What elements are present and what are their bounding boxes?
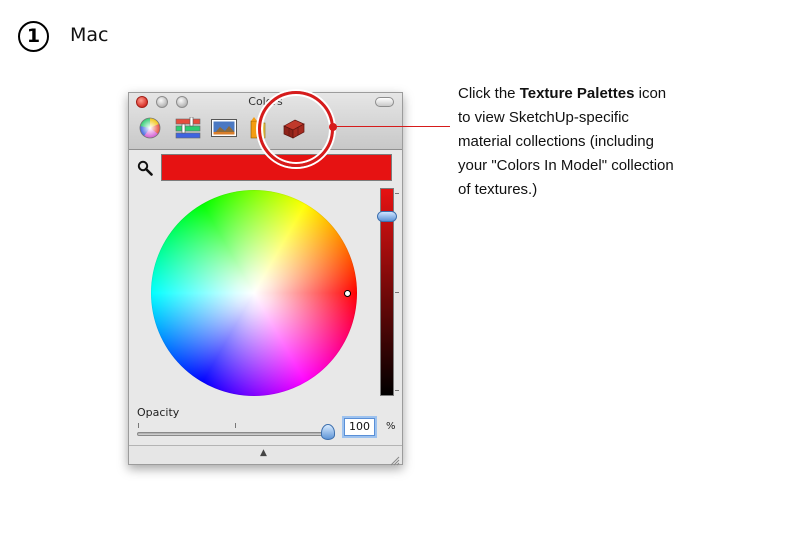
brightness-tick (395, 390, 399, 391)
collapse-arrow-icon[interactable]: ▲ (260, 448, 267, 458)
step-number-badge: 1 (18, 21, 49, 52)
callout-line-5: of textures.) (458, 181, 538, 198)
brightness-tick (395, 292, 399, 293)
opacity-label: Opacity (137, 406, 180, 419)
opacity-slider[interactable] (137, 432, 332, 436)
opacity-value-field[interactable]: 100 (344, 418, 375, 436)
toolbar-toggle-button[interactable] (375, 97, 394, 107)
callout-text: Click the Texture Palettes icon to view … (458, 82, 718, 202)
callout-suffix: icon (634, 85, 667, 102)
color-wheel[interactable] (151, 190, 357, 396)
callout-line-4: your "Colors In Model" collection (458, 157, 674, 174)
resize-grip-icon[interactable] (389, 451, 400, 466)
callout-leader-line (336, 126, 450, 127)
brightness-slider-knob[interactable] (377, 211, 397, 222)
opacity-slider-knob[interactable] (321, 424, 335, 440)
callout-line-1: Click the Texture Palettes icon (458, 82, 718, 106)
platform-title: Mac (70, 24, 109, 46)
magnifier-icon[interactable] (137, 160, 153, 176)
callout-bold-term: Texture Palettes (519, 85, 635, 102)
callout-line-3: material collections (including (458, 133, 654, 150)
callout-pointer-dot (329, 123, 337, 131)
brightness-tick (395, 193, 399, 194)
window-bottom-bar: ▲ (129, 445, 402, 466)
color-sliders-icon[interactable] (175, 117, 201, 139)
callout-prefix: Click the (458, 85, 520, 102)
callout-line-2: to view SketchUp-specific (458, 109, 629, 126)
image-palettes-icon[interactable] (211, 117, 237, 139)
opacity-unit-label: % (386, 421, 396, 432)
opacity-tick (138, 423, 139, 428)
highlight-ring (258, 91, 334, 167)
color-wheel-icon[interactable] (137, 117, 163, 139)
opacity-tick (235, 423, 236, 428)
color-wheel-cursor[interactable] (344, 290, 351, 297)
